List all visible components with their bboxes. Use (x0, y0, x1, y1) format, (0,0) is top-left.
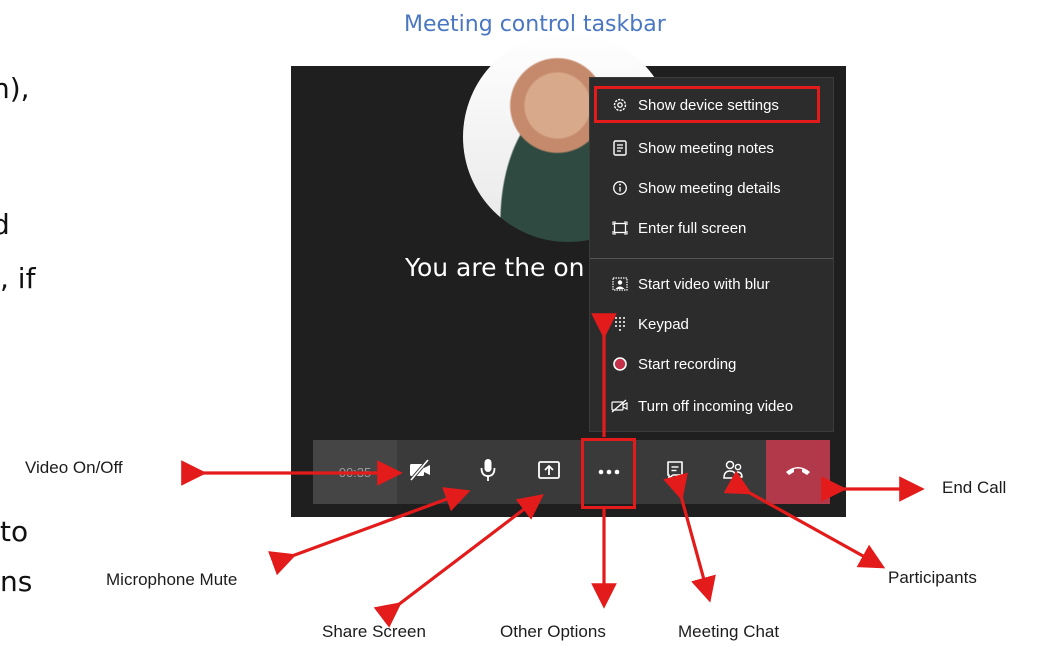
arrow-chat (663, 472, 716, 603)
arrow-microphone (268, 487, 471, 576)
annotation-arrows (181, 313, 925, 628)
arrow-share (373, 494, 544, 628)
arrow-participants (723, 470, 886, 569)
